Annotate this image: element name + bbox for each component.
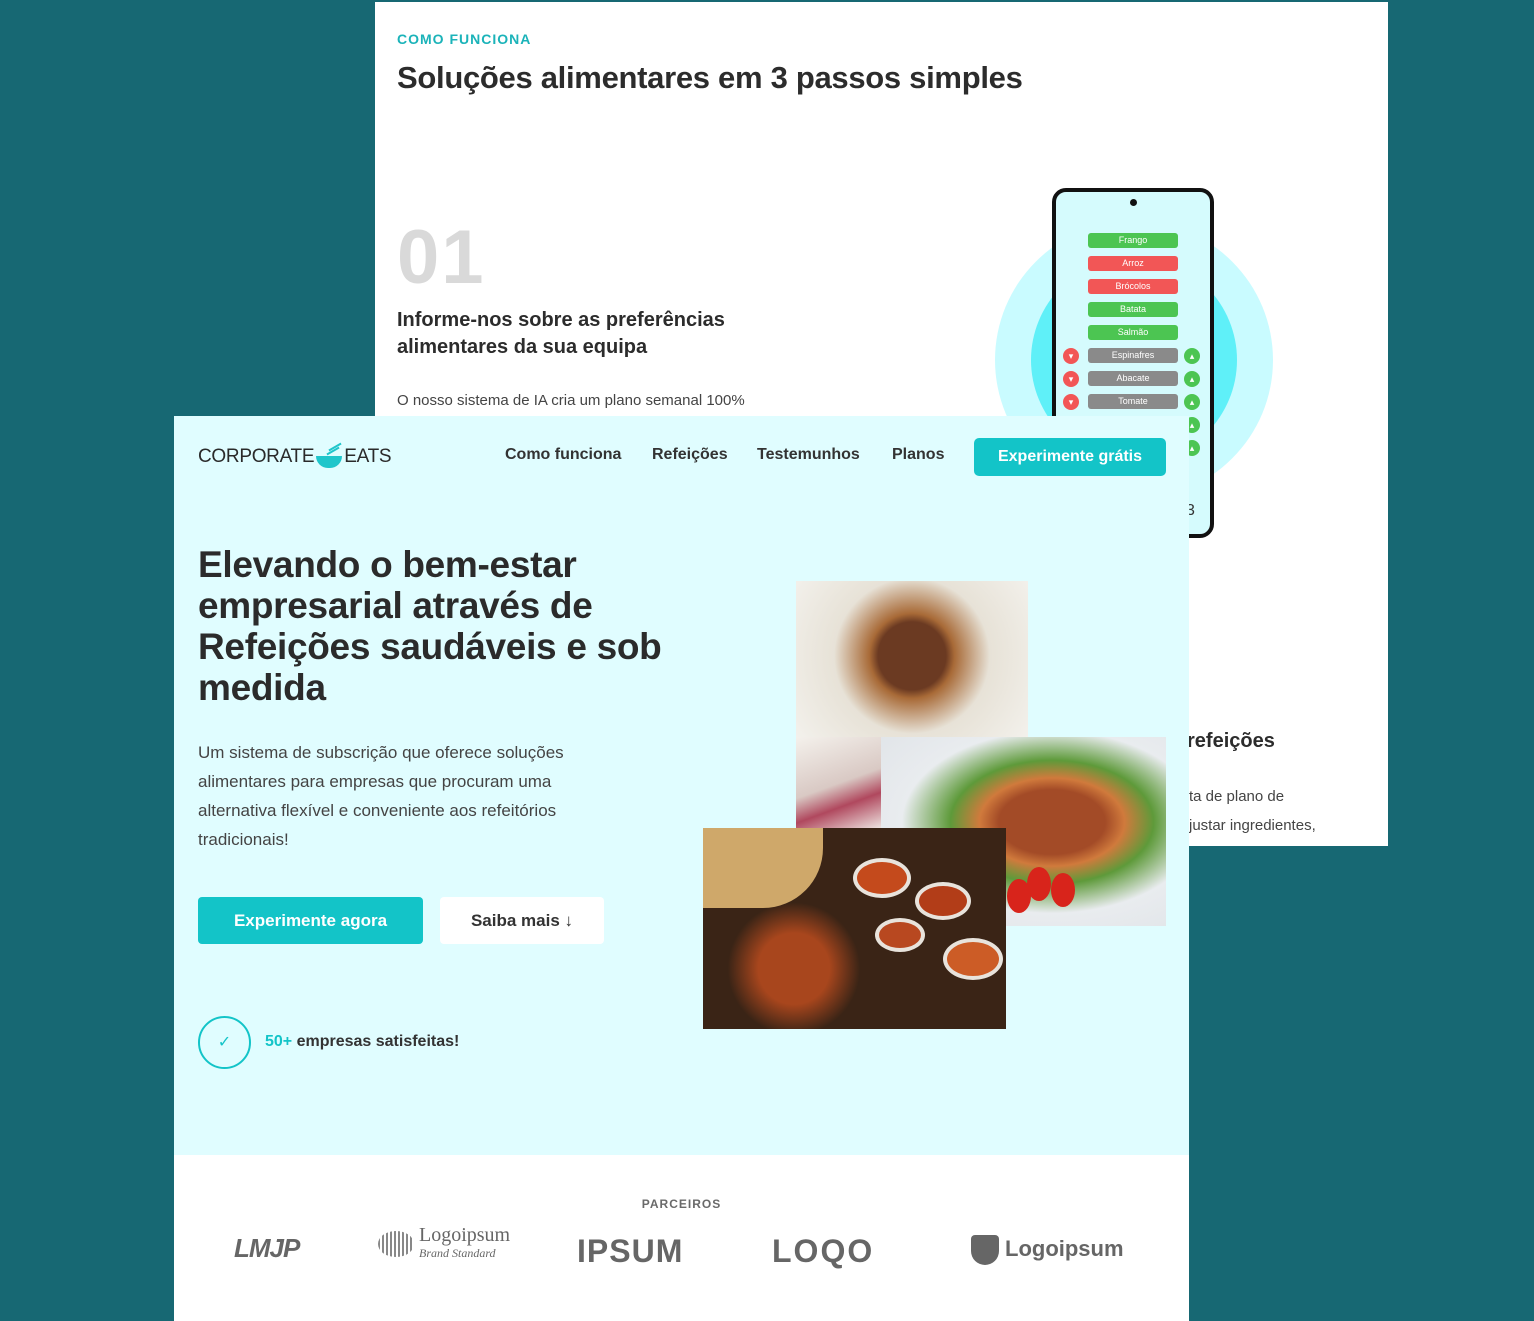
site-logo[interactable]: CORPORATE EATS [198,442,392,468]
partner-logo-name: Logoipsum [1005,1235,1124,1261]
learn-more-button[interactable]: Saiba mais ↓ [440,897,604,944]
step-2-text: justar ingredientes, [1189,817,1316,834]
hero-description: Um sistema de subscrição que oferece sol… [198,743,564,849]
bowl-icon [316,442,343,468]
step-title: Informe-nos sobre as preferências alimen… [397,309,725,358]
shield-icon [971,1235,999,1265]
food-item: Batata [1088,302,1178,317]
step-2-title: refeições [1187,730,1275,752]
thumbs-down-icon[interactable]: ▾ [1063,348,1079,364]
thumbs-up-icon[interactable]: ▴ [1184,371,1200,387]
partner-logo: LMJP [234,1233,300,1263]
companies-label: empresas satisfeitas! [292,1033,460,1050]
partners-section: PARCEIROS LMJP Logoipsum Brand Standard … [174,1155,1189,1321]
partner-logo: LOQO [772,1233,875,1269]
indian-food-photo [703,828,1006,1029]
partner-logo-mark [378,1231,414,1257]
hero-title: Elevando o bem-estar empresarial através… [198,544,662,708]
step-number: 01 [397,215,486,300]
meat-dish-photo [796,737,882,829]
food-item: Espinafres [1088,348,1178,363]
nav-link-como-funciona[interactable]: Como funciona [505,446,621,464]
thumbs-up-icon[interactable]: ▴ [1184,348,1200,364]
food-item: Tomate [1088,394,1178,409]
thumbs-down-icon[interactable]: ▾ [1063,394,1079,410]
food-item: Frango [1088,233,1178,248]
thumbs-up-icon[interactable]: ▴ [1184,394,1200,410]
hero-section: CORPORATE EATS Como funciona Refeições T… [174,416,1189,1321]
logo-text-left: CORPORATE [198,446,315,467]
partner-logo-name: Logoipsum [419,1224,511,1246]
meat-dish-photo [796,581,1028,737]
step-text: O nosso sistema de IA cria um plano sema… [397,392,745,409]
phone-camera [1130,199,1137,206]
partners-label: PARCEIROS [641,1197,722,1211]
try-now-button[interactable]: Experimente agora [198,897,423,944]
section-eyebrow: COMO FUNCIONA [397,31,532,47]
logo-text-right: EATS [344,446,392,467]
section-title: Soluções alimentares em 3 passos simples [397,60,1023,95]
food-item: Abacate [1088,371,1178,386]
companies-count: 50+ [265,1033,293,1050]
food-item: Salmão [1088,325,1178,340]
partner-logo: IPSUM [577,1233,684,1269]
try-free-button[interactable]: Experimente grátis [974,438,1166,476]
nav-link-planos[interactable]: Planos [892,446,944,464]
thumbs-down-icon[interactable]: ▾ [1063,371,1079,387]
food-item: Brócolos [1088,279,1178,294]
partner-logo: Logoipsum Brand Standard [378,1224,511,1261]
partner-logo-subtitle: Brand Standard [419,1246,496,1260]
partner-logo: Logoipsum [971,1235,1124,1265]
social-proof: 50+ empresas satisfeitas! [265,1033,459,1051]
nav-link-testemunhos[interactable]: Testemunhos [757,446,860,464]
nav-link-refeicoes[interactable]: Refeições [652,446,728,464]
step-2-text: ta de plano de [1189,788,1285,805]
food-item: Arroz [1088,256,1178,271]
check-icon: ✓ [198,1016,251,1069]
